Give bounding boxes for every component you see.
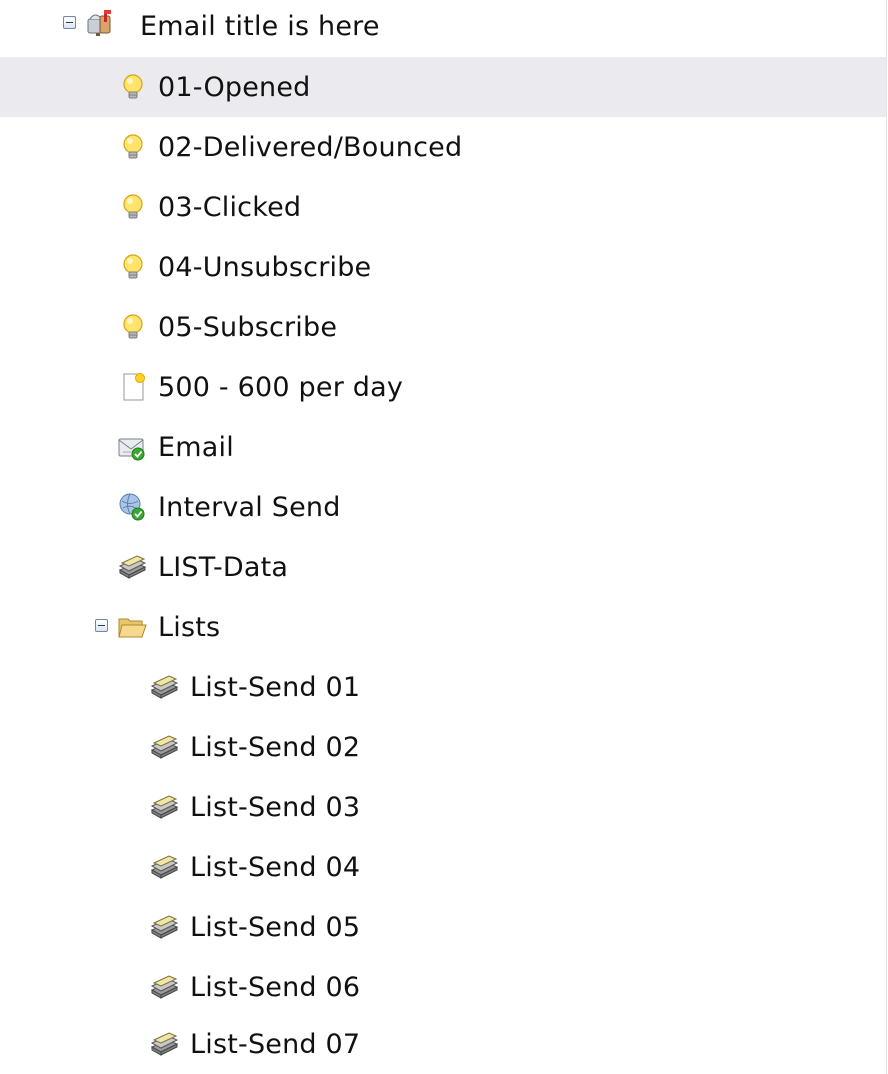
lightbulb-icon [118,312,148,342]
list-stack-icon [149,672,179,702]
tree-item-label: Interval Send [158,491,341,523]
tree-root-label: Email title is here [140,10,380,42]
tree-item-label: 04-Unsubscribe [158,251,372,283]
tree-item-label: Email [158,431,234,463]
tree-item-list-send-03[interactable]: List-Send 03 [0,777,886,837]
tree-item-01-opened[interactable]: 01-Opened [0,57,886,117]
list-stack-icon [149,1029,179,1059]
tree-item-list-data[interactable]: LIST-Data [0,537,886,597]
new-document-icon [118,372,148,402]
lightbulb-icon [118,252,148,282]
tree-item-label: 500 - 600 per day [158,371,404,403]
tree-item-label: List-Send 02 [190,731,361,763]
collapse-toggle-icon[interactable] [95,619,108,632]
lightbulb-icon [118,132,148,162]
tree-item-list-send-01[interactable]: List-Send 01 [0,657,886,717]
list-stack-icon [149,972,179,1002]
tree-item-label: 02-Delivered/Bounced [158,131,463,163]
globe-check-icon [117,492,147,522]
email-check-icon [117,432,147,462]
list-stack-icon [117,552,147,582]
lightbulb-icon [118,72,148,102]
tree-item-label: List-Send 05 [190,911,361,943]
tree-item-500-600-per-day[interactable]: 500 - 600 per day [0,357,886,417]
tree-item-label: List-Send 03 [190,791,361,823]
mailbox-icon [84,7,114,37]
tree-item-interval-send[interactable]: Interval Send [0,477,886,537]
tree-folder-lists[interactable]: Lists [0,597,886,657]
tree-item-label: 05-Subscribe [158,311,338,343]
tree-item-label: 01-Opened [158,71,311,103]
folder-open-icon [117,612,147,642]
collapse-toggle-icon[interactable] [63,16,76,29]
tree-item-list-send-07[interactable]: List-Send 07 [0,1014,886,1074]
tree-folder-label: Lists [158,611,221,643]
tree-item-label: List-Send 06 [190,971,361,1003]
list-stack-icon [149,792,179,822]
tree-item-label: List-Send 07 [190,1028,361,1060]
tree-item-list-send-04[interactable]: List-Send 04 [0,837,886,897]
tree-item-label: List-Send 01 [190,671,361,703]
tree-item-02-delivered-bounced[interactable]: 02-Delivered/Bounced [0,117,886,177]
tree-item-list-send-05[interactable]: List-Send 05 [0,897,886,957]
list-stack-icon [149,852,179,882]
list-stack-icon [149,912,179,942]
tree-item-list-send-06[interactable]: List-Send 06 [0,957,886,1017]
content-tree: Email title is here 01-Opened 02-Deliver… [0,0,887,1074]
tree-item-email[interactable]: Email [0,417,886,477]
tree-item-label: LIST-Data [158,551,289,583]
tree-item-04-unsubscribe[interactable]: 04-Unsubscribe [0,237,886,297]
list-stack-icon [149,732,179,762]
lightbulb-icon [118,192,148,222]
tree-item-label: 03-Clicked [158,191,302,223]
tree-item-05-subscribe[interactable]: 05-Subscribe [0,297,886,357]
tree-item-label: List-Send 04 [190,851,361,883]
tree-item-list-send-02[interactable]: List-Send 02 [0,717,886,777]
tree-item-03-clicked[interactable]: 03-Clicked [0,177,886,237]
tree-root-row[interactable]: Email title is here [0,0,886,56]
